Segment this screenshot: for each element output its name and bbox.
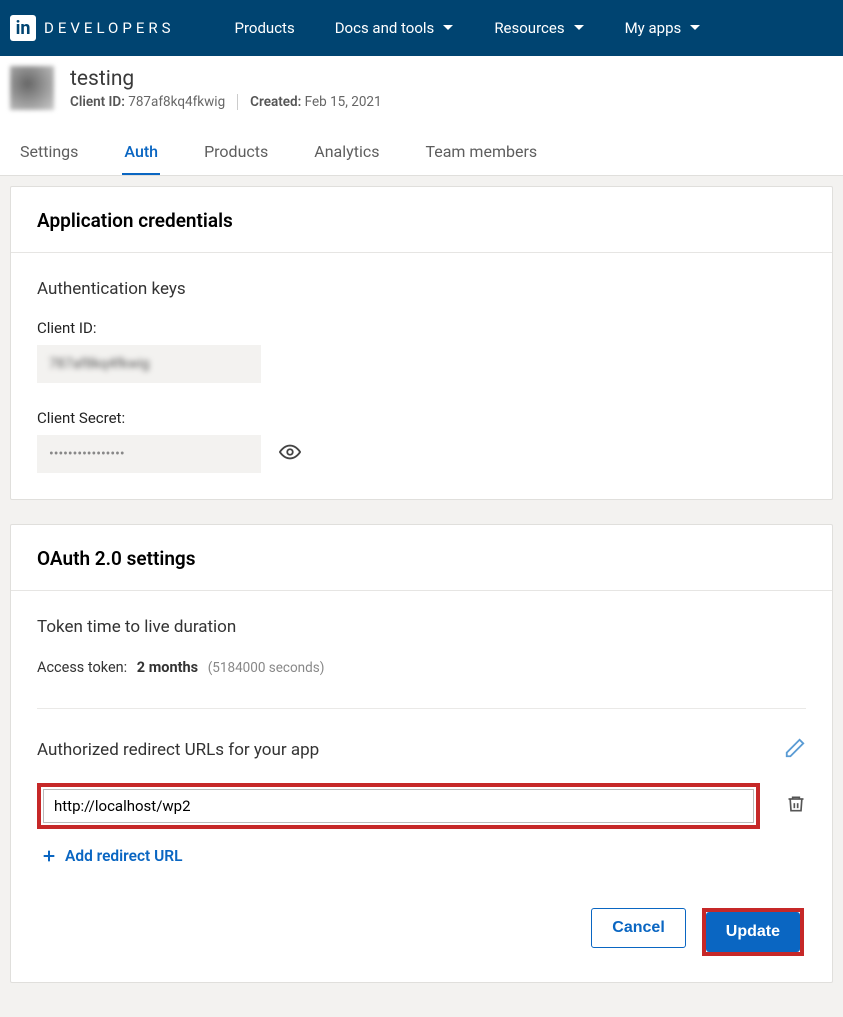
access-token-label: Access token: xyxy=(37,659,127,676)
eye-icon[interactable] xyxy=(279,441,301,467)
access-token-row: Access token: 2 months (5184000 seconds) xyxy=(37,659,806,676)
nav-docs-label: Docs and tools xyxy=(335,19,435,37)
nav-myapps[interactable]: My apps xyxy=(625,19,702,37)
client-id-value: 787af8kq4fkwig xyxy=(128,94,225,110)
client-secret-masked: •••••••••••••••• xyxy=(49,446,125,462)
chevron-down-icon xyxy=(689,24,701,32)
access-token-hint: (5184000 seconds) xyxy=(208,660,325,676)
nav-docs[interactable]: Docs and tools xyxy=(335,19,455,37)
pencil-icon[interactable] xyxy=(784,737,806,763)
chevron-down-icon xyxy=(442,24,454,32)
client-id-field-label: Client ID: xyxy=(37,319,806,337)
app-meta: Client ID: 787af8kq4fkwig Created: Feb 1… xyxy=(70,94,382,110)
app-title: testing xyxy=(70,67,382,91)
tab-bar: Settings Auth Products Analytics Team me… xyxy=(10,124,833,175)
app-header: testing Client ID: 787af8kq4fkwig Create… xyxy=(0,56,843,176)
brand-word: DEVELOPERS xyxy=(44,19,175,37)
client-secret-field-label: Client Secret: xyxy=(37,409,806,427)
top-nav: in DEVELOPERS Products Docs and tools Re… xyxy=(0,0,843,56)
add-redirect-url[interactable]: Add redirect URL xyxy=(41,847,183,865)
auth-keys-title: Authentication keys xyxy=(37,279,806,299)
linkedin-logo-icon: in xyxy=(10,15,36,41)
token-ttl-title: Token time to live duration xyxy=(37,617,806,637)
nav-resources-label: Resources xyxy=(494,19,564,37)
tab-products[interactable]: Products xyxy=(202,134,270,175)
cancel-button[interactable]: Cancel xyxy=(591,908,685,948)
trash-icon[interactable] xyxy=(786,793,806,819)
redirect-url-highlight xyxy=(37,783,760,829)
client-id-label: Client ID: xyxy=(70,94,125,110)
tab-team[interactable]: Team members xyxy=(423,134,539,175)
card-credentials: Application credentials Authentication k… xyxy=(10,186,833,500)
section-divider xyxy=(37,708,806,709)
card-oauth: OAuth 2.0 settings Token time to live du… xyxy=(10,524,833,983)
tab-analytics[interactable]: Analytics xyxy=(312,134,381,175)
chevron-down-icon xyxy=(573,24,585,32)
add-redirect-url-label: Add redirect URL xyxy=(65,847,183,865)
client-id-box: 787af8kq4fkwig xyxy=(37,345,261,383)
client-secret-box: •••••••••••••••• xyxy=(37,435,261,473)
app-avatar xyxy=(10,66,54,110)
access-token-value: 2 months xyxy=(137,659,198,676)
nav-resources[interactable]: Resources xyxy=(494,19,584,37)
created-label: Created: xyxy=(250,94,301,110)
nav-products[interactable]: Products xyxy=(235,19,295,37)
card-credentials-title: Application credentials xyxy=(11,187,832,253)
redirect-urls-title: Authorized redirect URLs for your app xyxy=(37,740,319,760)
update-button-highlight: Update xyxy=(702,908,804,956)
redirect-url-input[interactable] xyxy=(43,789,754,823)
nav-myapps-label: My apps xyxy=(625,19,682,37)
card-oauth-title: OAuth 2.0 settings xyxy=(11,525,832,591)
client-id-masked: 787af8kq4fkwig xyxy=(49,356,150,372)
created-value: Feb 15, 2021 xyxy=(305,94,382,110)
tab-settings[interactable]: Settings xyxy=(18,134,80,175)
tab-auth[interactable]: Auth xyxy=(122,134,160,175)
meta-divider xyxy=(237,94,238,110)
update-button[interactable]: Update xyxy=(706,912,800,952)
